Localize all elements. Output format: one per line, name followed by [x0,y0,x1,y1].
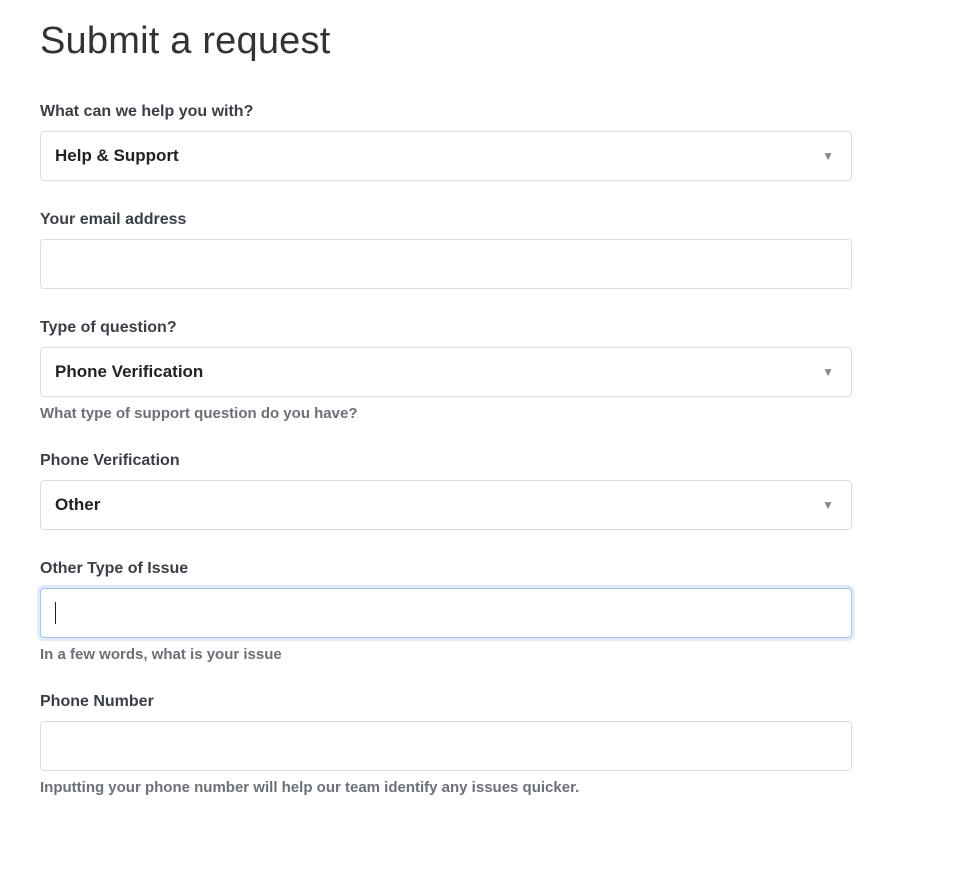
field-help-with: What can we help you with? Help & Suppor… [40,103,936,181]
field-phone-verification: Phone Verification Other ▼ [40,452,936,530]
other-issue-label: Other Type of Issue [40,560,936,578]
field-phone-number: Phone Number Inputting your phone number… [40,693,936,796]
question-type-selected-value: Phone Verification [40,347,852,397]
help-with-select[interactable]: Help & Support ▼ [40,131,852,181]
phone-verification-select[interactable]: Other ▼ [40,480,852,530]
question-type-select[interactable]: Phone Verification ▼ [40,347,852,397]
email-label: Your email address [40,211,936,229]
page-title: Submit a request [40,20,936,63]
text-cursor-icon [55,602,56,624]
phone-number-label: Phone Number [40,693,936,711]
other-issue-help: In a few words, what is your issue [40,646,852,663]
help-with-selected-value: Help & Support [40,131,852,181]
email-input[interactable] [40,239,852,289]
phone-number-input[interactable] [40,721,852,771]
phone-number-help: Inputting your phone number will help ou… [40,779,852,796]
phone-verification-label: Phone Verification [40,452,936,470]
field-email: Your email address [40,211,936,289]
help-with-label: What can we help you with? [40,103,936,121]
field-question-type: Type of question? Phone Verification ▼ W… [40,319,936,422]
field-other-issue: Other Type of Issue In a few words, what… [40,560,936,663]
question-type-label: Type of question? [40,319,936,337]
other-issue-input[interactable] [40,588,852,638]
question-type-help: What type of support question do you hav… [40,405,852,422]
phone-verification-selected-value: Other [40,480,852,530]
